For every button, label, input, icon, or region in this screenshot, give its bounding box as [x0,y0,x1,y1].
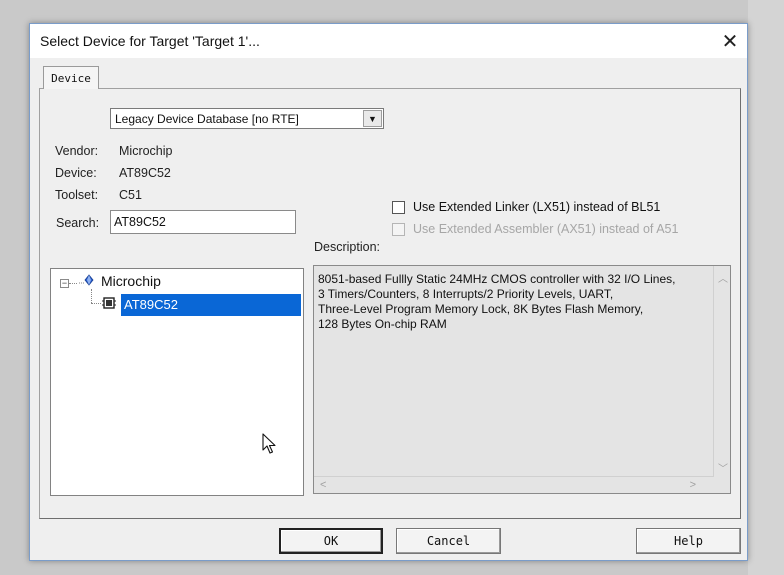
close-icon: ✕ [721,30,739,53]
device-label: Device: [55,166,97,180]
dropdown-arrow-icon[interactable]: ▼ [363,110,382,127]
description-text: 8051-based Fullly Static 24MHz CMOS cont… [318,272,676,331]
collapse-toggle-icon[interactable]: − [60,279,69,288]
description-box: 8051-based Fullly Static 24MHz CMOS cont… [313,265,731,494]
scroll-up-icon[interactable]: ︿ [718,270,728,285]
extended-assembler-label: Use Extended Assembler (AX51) instead of… [413,222,679,236]
ok-button[interactable]: OK [279,528,383,554]
vendor-diamond-icon [79,274,94,286]
background-window [748,0,784,575]
tree-connector [91,303,101,304]
extended-linker-label: Use Extended Linker (LX51) instead of BL… [413,200,661,214]
tree-vendor-node[interactable]: Microchip [101,273,161,289]
toolset-label: Toolset: [55,188,99,202]
chip-icon [102,297,116,309]
database-select-value: Legacy Device Database [no RTE] [115,112,299,126]
scroll-right-icon[interactable]: > [690,479,696,491]
tree-connector [69,283,77,284]
search-input[interactable] [110,210,296,234]
description-label: Description: [314,240,380,254]
vendor-value: Microchip [119,144,173,158]
vendor-label: Vendor: [55,144,99,158]
scroll-left-icon[interactable]: < [320,479,326,491]
title-bar[interactable]: Select Device for Target 'Target 1'... ✕ [30,24,747,58]
toolset-value: C51 [119,188,142,202]
cancel-button[interactable]: Cancel [396,528,501,554]
extended-linker-option[interactable]: Use Extended Linker (LX51) instead of BL… [392,200,660,214]
extended-assembler-option: Use Extended Assembler (AX51) instead of… [392,222,678,236]
search-label: Search: [56,216,100,230]
device-value: AT89C52 [119,166,171,180]
tree-connector [91,289,92,303]
mouse-pointer-icon [262,433,276,454]
tree-device-node[interactable]: AT89C52 [121,294,301,316]
horizontal-scrollbar[interactable]: < > [314,476,714,493]
extended-linker-checkbox[interactable] [392,200,405,214]
scroll-down-icon[interactable]: ﹀ [718,460,728,475]
device-tree[interactable]: − Microchip AT89C52 [50,268,304,496]
extended-assembler-checkbox [392,222,405,236]
tab-device[interactable]: Device [43,66,99,89]
dialog-title: Select Device for Target 'Target 1'... [40,33,260,49]
device-database-select[interactable]: Legacy Device Database [no RTE] ▼ [110,108,384,129]
vertical-scrollbar[interactable]: ︿ ﹀ [713,266,730,477]
close-button[interactable]: ✕ [713,24,747,58]
select-device-dialog: Select Device for Target 'Target 1'... ✕… [29,23,748,561]
tree-device-label: AT89C52 [124,297,178,312]
help-button[interactable]: Help [636,528,741,554]
